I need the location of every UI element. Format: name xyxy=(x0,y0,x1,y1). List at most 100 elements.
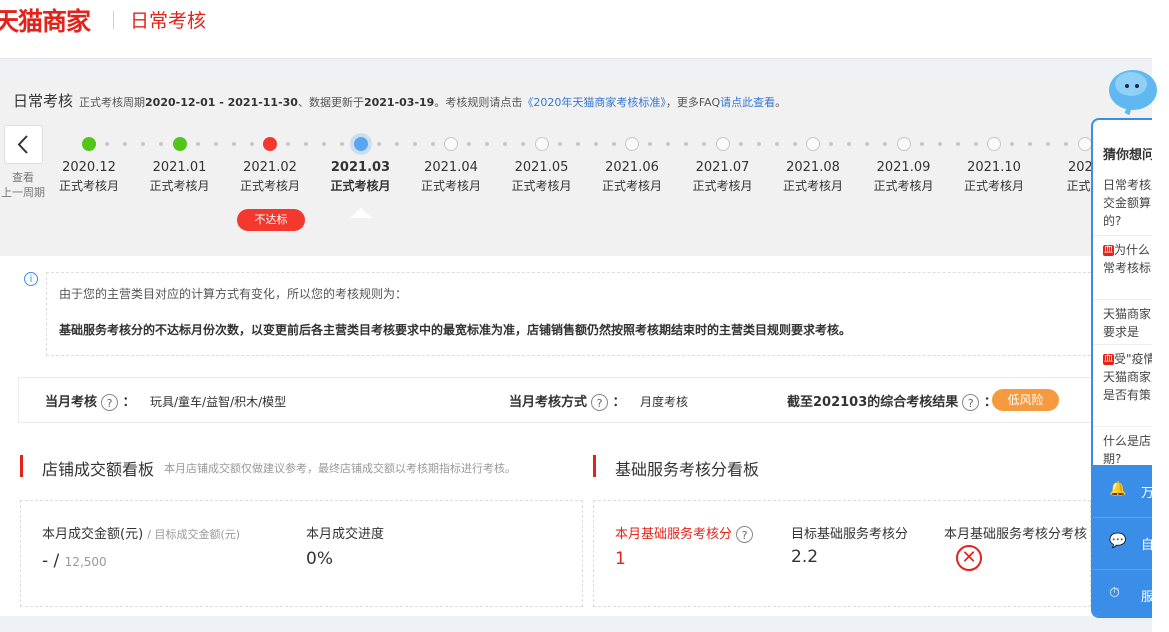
faq-item[interactable]: 天猫商家的要求是 xyxy=(1103,305,1152,341)
month-status-dot[interactable] xyxy=(806,137,820,151)
rule-standard-link[interactable]: 《2020年天猫商家考核标准》 xyxy=(522,96,666,109)
rule-end: 。 xyxy=(775,96,787,109)
notice-line-2: 基础服务考核分的不达标月份次数，以变更前后各主营类目考核要求中的最宽标准为准，店… xyxy=(59,323,852,337)
month-status-dot[interactable] xyxy=(715,137,730,151)
help-icon[interactable]: ? xyxy=(962,394,980,411)
timeline-connector-dot xyxy=(738,142,743,146)
helper-button-label: 万 xyxy=(1141,482,1152,501)
month-type: 正式考核月 xyxy=(58,179,119,193)
timeline-connector-dot xyxy=(340,142,344,146)
month-label[interactable]: 2021.02 正式考核月 xyxy=(230,158,310,196)
month-label[interactable]: 2021.10 正式考核月 xyxy=(954,158,1034,196)
month-status-dot[interactable] xyxy=(1077,137,1092,151)
help-icon[interactable]: ? xyxy=(591,394,609,411)
service-score-value: 1 xyxy=(615,549,626,569)
colon: ： xyxy=(612,395,626,410)
timeline-connector-dot xyxy=(593,142,598,146)
month-status-dot[interactable] xyxy=(172,137,187,151)
info-icon: i xyxy=(24,272,38,286)
helper-button-label: 服 xyxy=(1141,586,1152,605)
month-name: 2020.12 xyxy=(62,160,116,175)
timer-button[interactable]: ⏱服 xyxy=(1093,569,1152,616)
timeline-connector-dot xyxy=(304,142,308,146)
sales-card: 本月成交金额(元) / 目标成交金额(元) - / 12,500 本月成交进度 … xyxy=(20,500,583,607)
prev-cycle-button[interactable] xyxy=(4,125,43,164)
faq-item[interactable]: 什么是店期? xyxy=(1103,432,1152,468)
faq-prefix: ，更多FAQ xyxy=(665,96,721,109)
month-label[interactable]: 2021.07 正式考核月 xyxy=(683,158,763,196)
timeline-connector-dot xyxy=(557,142,562,146)
month-status-dot[interactable] xyxy=(896,137,911,151)
month-label[interactable]: 2021.08 正式考核月 xyxy=(773,158,853,196)
sales-amount-value: - / 12,500 xyxy=(42,551,107,571)
timeline-connector-dot xyxy=(412,142,417,146)
risk-badge: 低风险 xyxy=(992,389,1059,411)
month-label[interactable]: 2021.03 正式考核月 xyxy=(321,158,401,196)
timeline-connector-dot xyxy=(575,142,580,146)
period-prefix: 正式考核周期 xyxy=(79,96,146,109)
month-status-dot[interactable] xyxy=(353,137,368,151)
method-text: 当月考核方式 xyxy=(509,395,588,410)
timeline-connector-dot xyxy=(286,142,290,146)
month-label[interactable]: 2021.09 正式考核月 xyxy=(864,158,944,196)
timeline-connector-dot xyxy=(503,142,507,146)
timeline-connector-dot xyxy=(105,142,109,146)
bell-button[interactable]: 🔔万 xyxy=(1093,465,1152,518)
month-status-dot[interactable] xyxy=(987,137,1001,151)
month-label[interactable]: 2021.04 正式考核月 xyxy=(411,158,491,196)
chat-button[interactable]: 💬自 xyxy=(1093,517,1152,570)
month-category-value: 玩具/童车/益智/积木/模型 xyxy=(150,395,287,409)
assistant-mascot-icon[interactable] xyxy=(1101,58,1161,118)
month-label[interactable]: 2021.05 正式考核月 xyxy=(502,158,582,196)
bell-icon: 🔔 xyxy=(1109,481,1127,497)
period-value: 2020-12-01 - 2021-11-30 xyxy=(145,96,298,109)
month-label[interactable]: 2020.12 正式考核月 xyxy=(49,158,129,196)
month-status-dot[interactable] xyxy=(444,137,458,151)
month-name: 2021.10 xyxy=(967,160,1021,175)
timeline-connector-dot xyxy=(648,142,652,146)
section-bar xyxy=(593,455,596,477)
faq-divider xyxy=(1093,299,1152,300)
month-status-dot[interactable] xyxy=(263,137,277,151)
faq-item[interactable]: 日常考核成交金额算的? xyxy=(1103,176,1152,230)
timeline-connector-dot xyxy=(937,142,942,146)
faq-divider xyxy=(1093,426,1152,427)
section-title: 日常考核 xyxy=(13,92,74,110)
faq-item[interactable]: 血受"疫情天猫商家费是否有策? xyxy=(1103,350,1152,404)
fail-badge: 不达标 xyxy=(237,209,305,231)
prev-cycle-label[interactable]: 查看 上一周期 xyxy=(0,170,46,200)
month-status-dot[interactable] xyxy=(625,137,639,151)
update-prefix: 、数据更新于 xyxy=(297,96,364,109)
month-name: 2021.02 xyxy=(243,160,297,175)
month-status-dot[interactable] xyxy=(534,137,549,151)
month-status-dot[interactable] xyxy=(82,137,96,151)
helper-title: 猜你想问 xyxy=(1103,148,1152,163)
service-target-value: 2.2 xyxy=(791,547,819,567)
faq-item[interactable]: 血为什么日常考核标? xyxy=(1103,241,1152,277)
help-icon[interactable]: ? xyxy=(736,526,754,543)
faq-link[interactable]: 请点此查看 xyxy=(720,96,775,109)
month-name: 2021.09 xyxy=(876,160,931,175)
section-bar xyxy=(20,455,23,477)
month-category-label: 当月考核? ： xyxy=(45,391,136,411)
month-type: 正式考核月 xyxy=(782,179,843,193)
tmall-logo[interactable]: 天猫商家 xyxy=(0,2,91,38)
month-type: 正式考核月 xyxy=(420,179,481,193)
faq-text: 什么是店期? xyxy=(1103,434,1152,466)
chat-icon: 💬 xyxy=(1109,533,1127,549)
month-type: 正式考核月 xyxy=(511,179,572,193)
timeline-connector-dot xyxy=(1010,142,1014,146)
notice-line-1: 由于您的主营类目对应的计算方式有变化，所以您的考核规则为： xyxy=(59,287,408,301)
fail-x-icon: ✕ xyxy=(956,545,982,571)
hot-badge-icon: 血 xyxy=(1103,354,1114,365)
timeline-connector-dot xyxy=(756,142,761,146)
month-label[interactable]: 2021.01 正式考核月 xyxy=(140,158,220,196)
timeline-connector-dot xyxy=(684,142,688,146)
month-category-text: 当月考核 xyxy=(45,395,98,410)
help-icon[interactable]: ? xyxy=(101,394,119,411)
month-label[interactable]: 2021.06 正式考核月 xyxy=(592,158,672,196)
update-date: 2021-03-19 xyxy=(363,96,435,109)
prev-label-line2: 上一周期 xyxy=(1,186,45,199)
timeline-connector-dot xyxy=(666,142,670,146)
faq-text: 天猫商家的要求是 xyxy=(1103,307,1152,339)
